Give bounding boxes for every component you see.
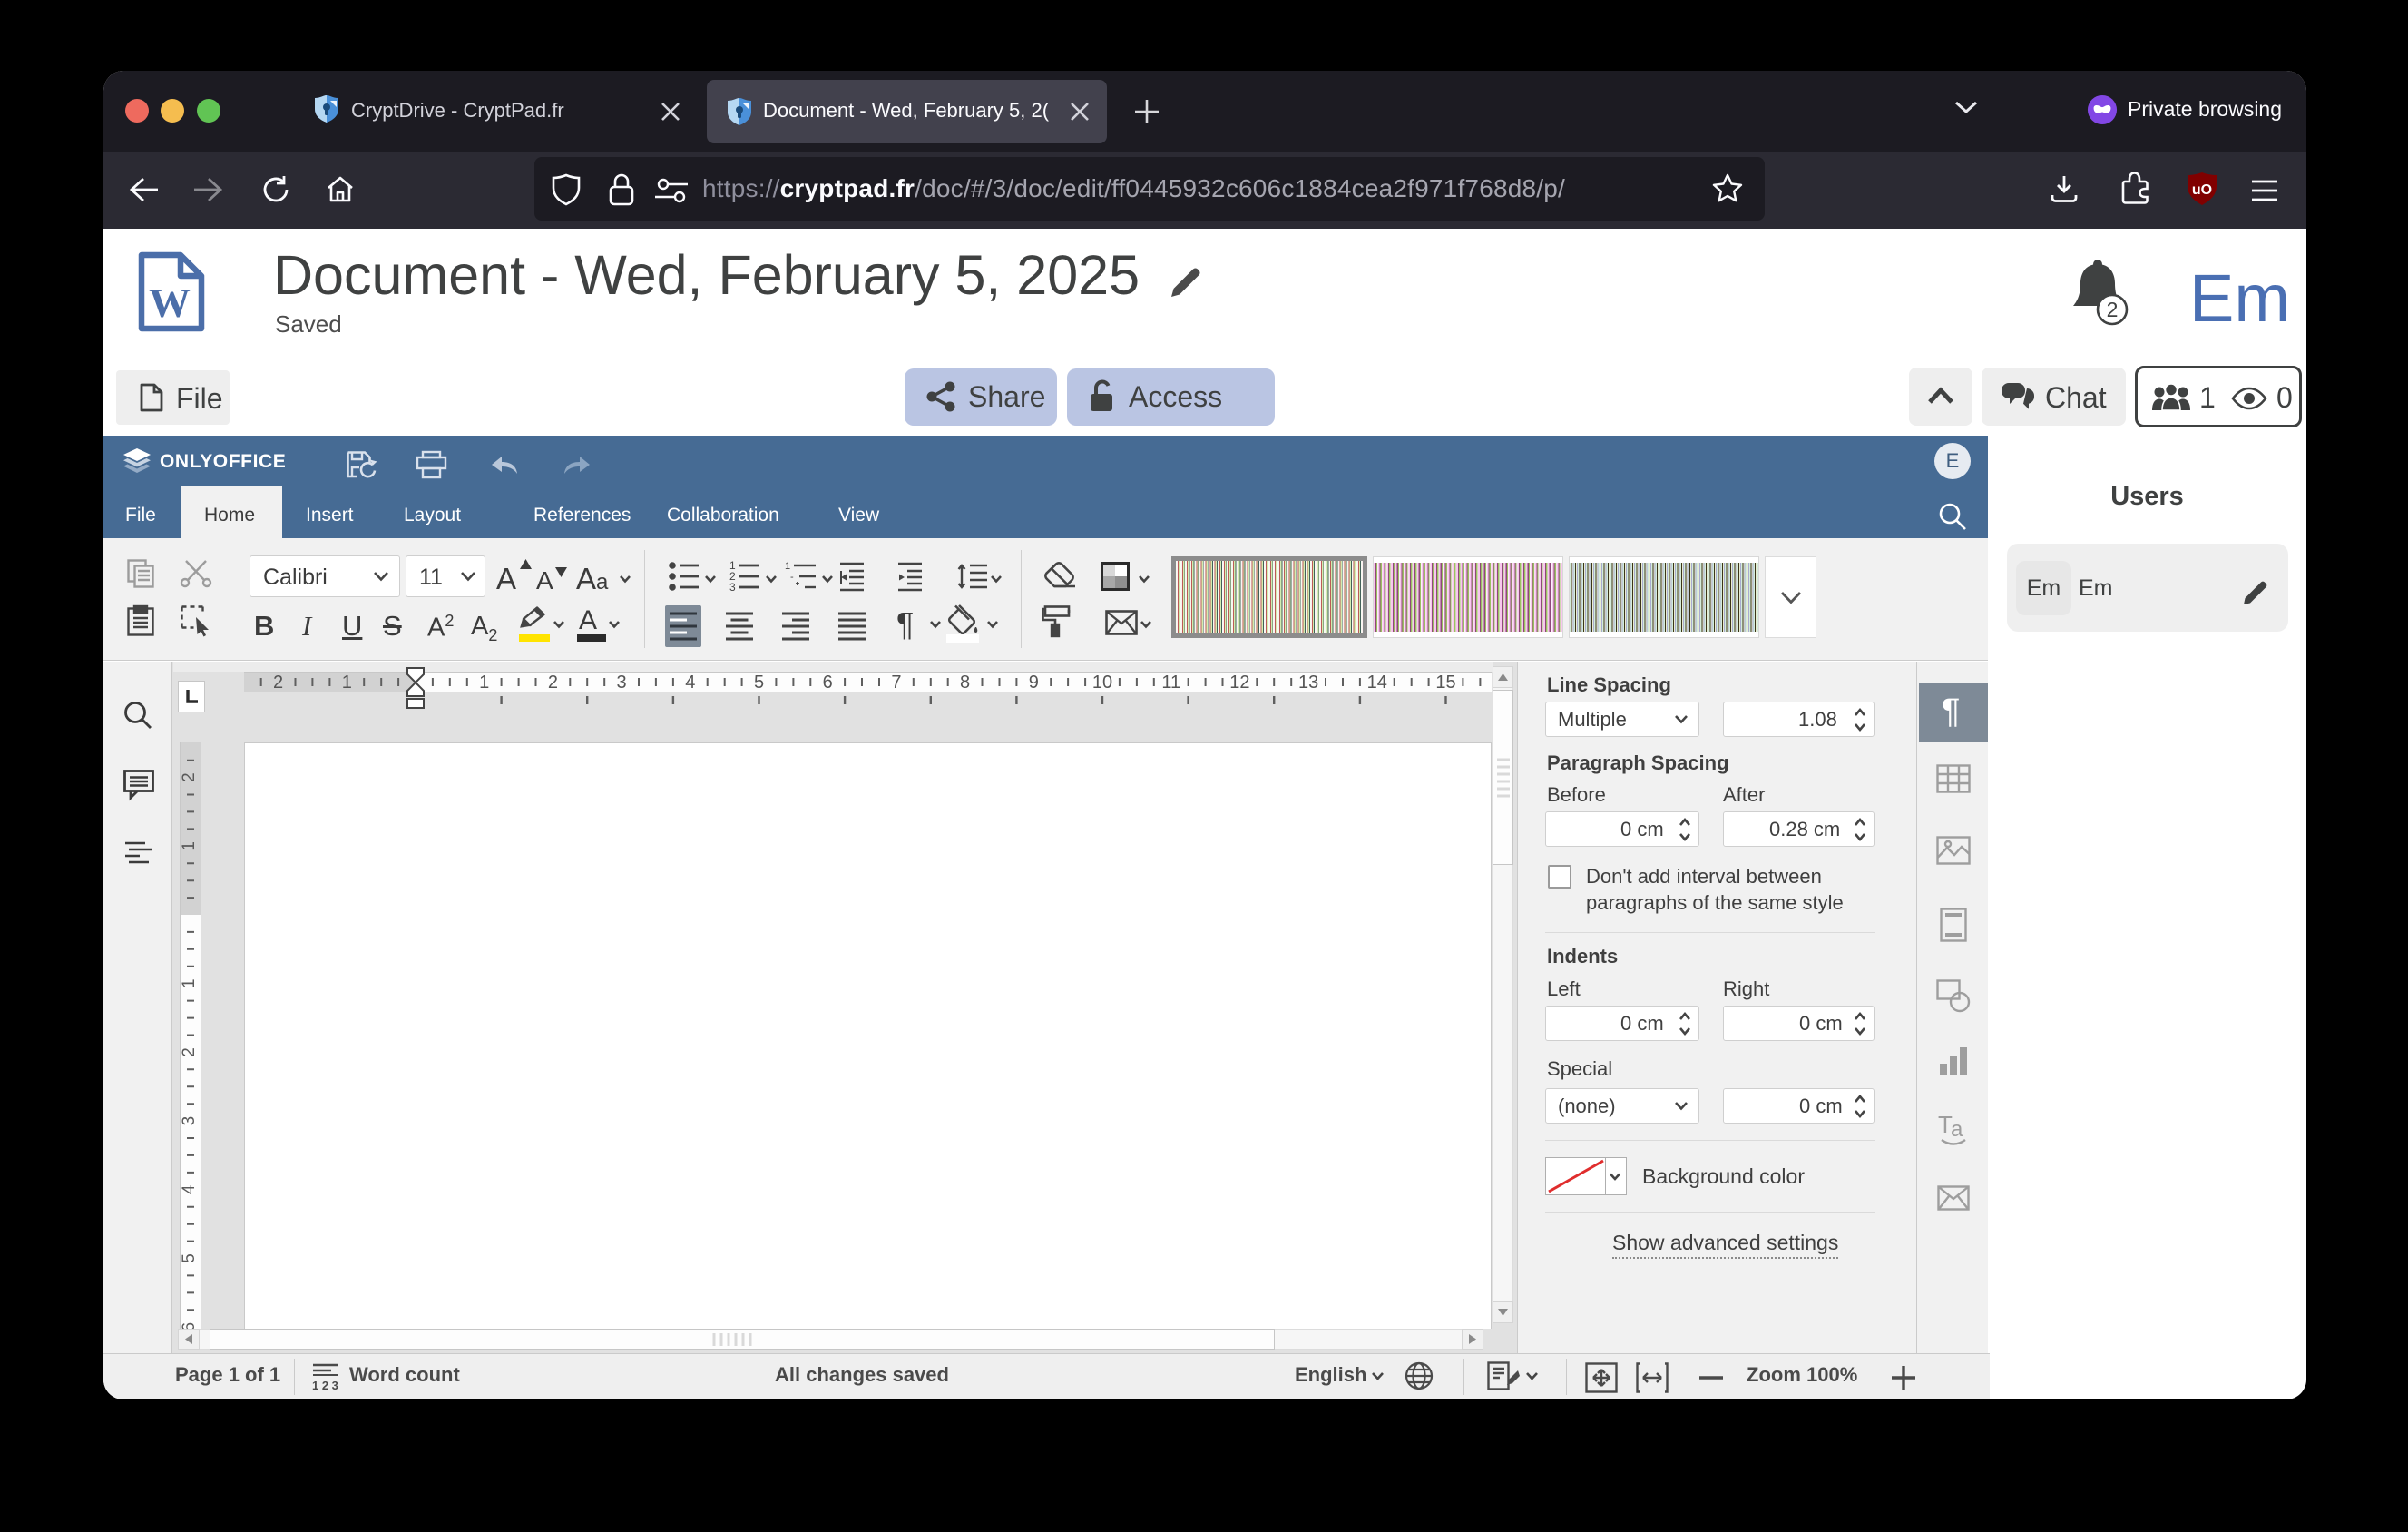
svg-text:14: 14 [1367, 673, 1387, 692]
svg-text:9: 9 [1029, 673, 1039, 692]
svg-text:4: 4 [180, 1184, 199, 1194]
svg-text:1: 1 [785, 561, 790, 572]
svg-text:1 2 3: 1 2 3 [312, 1379, 338, 1392]
svg-text:7: 7 [891, 673, 901, 692]
svg-text:1: 1 [342, 673, 352, 692]
svg-text:10: 10 [1092, 673, 1112, 692]
svg-text:3: 3 [180, 1116, 199, 1126]
svg-text:15: 15 [1435, 673, 1455, 692]
svg-text:2: 2 [2107, 298, 2119, 321]
svg-text:4: 4 [685, 673, 695, 692]
svg-text:1: 1 [180, 841, 199, 851]
svg-text:1: 1 [180, 978, 199, 988]
svg-text:5: 5 [180, 1253, 199, 1263]
svg-text:2: 2 [180, 772, 199, 782]
svg-text:6: 6 [823, 673, 833, 692]
svg-text:-: - [790, 572, 794, 583]
svg-text:12: 12 [1229, 673, 1249, 692]
svg-text:13: 13 [1298, 673, 1318, 692]
svg-text:5: 5 [754, 673, 764, 692]
svg-text:2: 2 [180, 1047, 199, 1057]
svg-text:3: 3 [617, 673, 627, 692]
svg-text:1: 1 [479, 673, 489, 692]
svg-text:2: 2 [273, 673, 283, 692]
svg-text:uO: uO [2192, 182, 2212, 198]
svg-text:3: 3 [729, 581, 736, 594]
svg-text:W: W [149, 280, 191, 326]
svg-text:11: 11 [1161, 673, 1180, 692]
svg-text:8: 8 [960, 673, 970, 692]
svg-text:a: a [1951, 1117, 1963, 1142]
svg-text:2: 2 [548, 673, 558, 692]
